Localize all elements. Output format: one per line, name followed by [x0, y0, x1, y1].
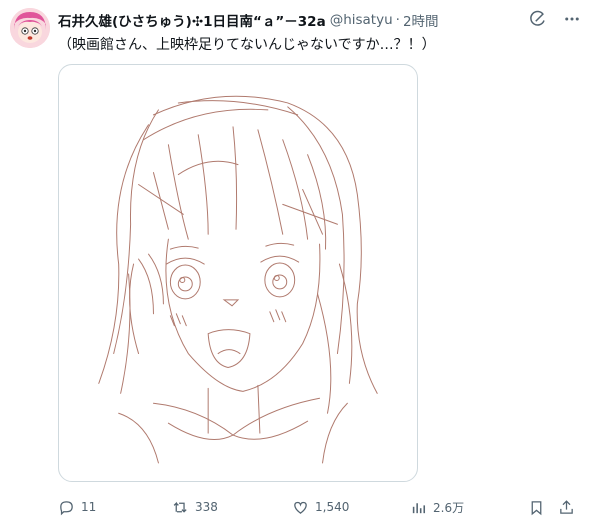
more-icon[interactable] — [563, 10, 581, 28]
avatar-image — [10, 8, 50, 48]
views-button[interactable]: 2.6万 — [410, 499, 464, 516]
reply-count: 11 — [81, 500, 97, 514]
tweet-text: （映画館さん、上映枠足りてないんじゃないですか…？！） — [58, 37, 436, 53]
retweet-count: 338 — [195, 500, 218, 514]
like-count: 1,540 — [315, 500, 350, 514]
views-icon — [412, 502, 426, 513]
views-count: 2.6万 — [433, 500, 465, 515]
tweet-top-actions — [529, 10, 581, 28]
bookmark-button[interactable] — [528, 499, 545, 516]
tweet-header: 石井久雄(ひさちゅう)✣1日目南“ａ”－32a @hisatyu · 2時間 — [58, 10, 535, 30]
pencil-sketch-anime-girl — [98, 95, 378, 464]
timestamp[interactable]: 2時間 — [403, 10, 439, 30]
like-button[interactable]: 1,540 — [292, 499, 349, 516]
share-button[interactable] — [558, 499, 575, 516]
retweet-button[interactable]: 338 — [172, 499, 218, 516]
grok-icon[interactable] — [529, 10, 547, 28]
bookmark-icon — [531, 500, 542, 515]
tweet[interactable]: 石井久雄(ひさちゅう)✣1日目南“ａ”－32a @hisatyu · 2時間 （… — [0, 0, 595, 523]
tweet-media-image[interactable] — [58, 64, 418, 482]
reply-icon — [60, 500, 73, 515]
separator-dot: · — [395, 12, 400, 28]
retweet-icon — [173, 501, 187, 513]
tweet-action-bar: 11 338 1,540 2.6万 — [58, 496, 583, 518]
avatar[interactable] — [10, 8, 50, 48]
display-name[interactable]: 石井久雄(ひさちゅう)✣1日目南“ａ”－32a — [58, 10, 326, 30]
share-icon — [560, 499, 573, 514]
reply-button[interactable]: 11 — [58, 499, 96, 516]
heart-icon — [294, 501, 307, 514]
user-handle[interactable]: @hisatyu — [330, 12, 393, 28]
